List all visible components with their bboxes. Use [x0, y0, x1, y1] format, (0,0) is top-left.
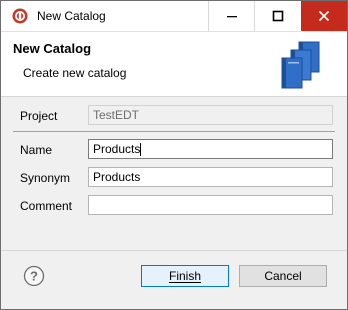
text-caret: [140, 143, 142, 157]
dialog-window: New Catalog New Catalog Create new catal…: [0, 0, 348, 310]
svg-text:?: ?: [30, 269, 38, 284]
project-label: Project: [20, 109, 58, 123]
page-title: New Catalog: [13, 41, 92, 56]
page-description: Create new catalog: [23, 66, 127, 80]
title-bar[interactable]: New Catalog: [1, 1, 347, 32]
catalog-books-icon: [281, 41, 320, 89]
name-field[interactable]: Products: [88, 139, 333, 159]
close-button[interactable]: [301, 1, 347, 31]
section-divider: [13, 131, 335, 132]
cancel-button-label: Cancel: [264, 269, 302, 283]
cancel-button[interactable]: Cancel: [239, 265, 327, 287]
window-title: New Catalog: [37, 9, 106, 23]
maximize-button[interactable]: [255, 1, 301, 31]
finish-button-label: Finish: [168, 269, 201, 283]
comment-label: Comment: [20, 199, 73, 213]
minimize-icon: [227, 16, 237, 18]
minimize-button[interactable]: [209, 1, 255, 31]
finish-button[interactable]: Finish: [141, 265, 229, 287]
name-label: Name: [20, 143, 53, 157]
maximize-icon: [272, 10, 284, 22]
help-icon[interactable]: ?: [23, 265, 45, 287]
synonym-field[interactable]: Products: [88, 167, 333, 187]
footer-divider: [1, 250, 347, 251]
comment-field[interactable]: [88, 195, 333, 215]
app-logo-icon: [12, 8, 28, 24]
project-field: TestEDT: [88, 105, 333, 125]
close-icon: [318, 10, 330, 22]
wizard-header: New Catalog Create new catalog: [1, 32, 347, 97]
synonym-label: Synonym: [20, 171, 71, 185]
name-value: Products: [93, 142, 141, 156]
